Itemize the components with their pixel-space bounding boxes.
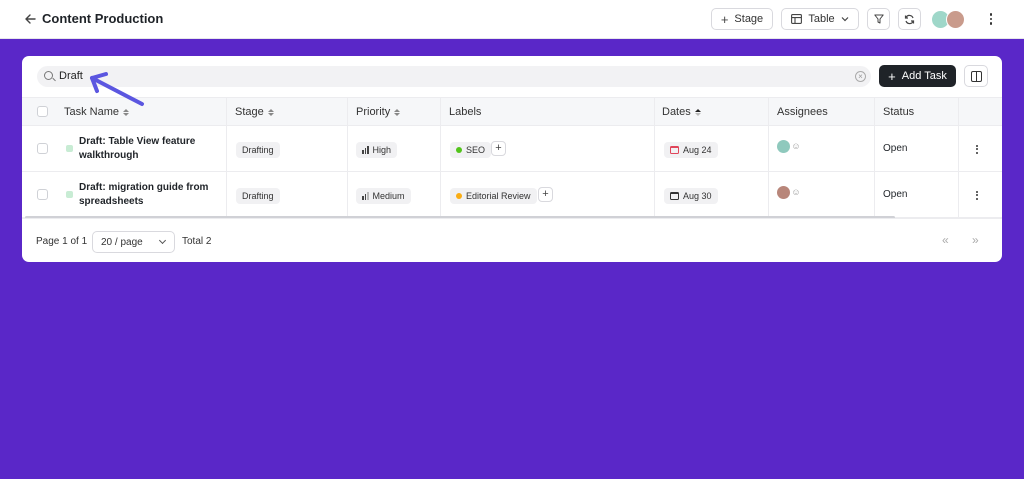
column-header-task-name[interactable]: Task Name bbox=[64, 106, 130, 118]
row-more-options-icon[interactable] bbox=[974, 143, 980, 155]
add-stage-label: Stage bbox=[734, 13, 764, 25]
date-pill[interactable]: Aug 24 bbox=[664, 142, 718, 158]
table-row[interactable]: Draft: migration guide from spreadsheets… bbox=[22, 172, 1002, 218]
total-count: Total 2 bbox=[182, 236, 212, 247]
label-dot-icon bbox=[456, 193, 462, 199]
date-label: Aug 30 bbox=[683, 191, 712, 201]
priority-pill[interactable]: High bbox=[356, 142, 398, 158]
add-assignee-icon[interactable]: ☺ bbox=[790, 186, 802, 198]
page-size-value: 20 / page bbox=[101, 237, 143, 248]
task-type-icon bbox=[66, 191, 73, 198]
filter-icon bbox=[873, 14, 884, 24]
row-checkbox[interactable] bbox=[37, 143, 48, 154]
plus-icon: + bbox=[720, 11, 729, 27]
assignee-avatar[interactable] bbox=[777, 186, 790, 199]
avatar bbox=[946, 10, 965, 29]
stage-pill[interactable]: Drafting bbox=[236, 142, 280, 158]
column-label: Assignees bbox=[777, 106, 828, 118]
next-page-button[interactable]: » bbox=[972, 233, 979, 247]
column-label: Stage bbox=[235, 106, 264, 118]
filter-button[interactable] bbox=[867, 8, 890, 30]
refresh-button[interactable] bbox=[898, 8, 921, 30]
task-name[interactable]: Draft: migration guide from spreadsheets bbox=[79, 181, 219, 209]
priority-label: Medium bbox=[372, 191, 405, 201]
column-header-priority[interactable]: Priority bbox=[356, 106, 401, 118]
add-assignee-icon[interactable]: ☺ bbox=[790, 140, 802, 152]
priority-bars-icon bbox=[362, 146, 369, 154]
clear-search-icon[interactable]: × bbox=[855, 71, 866, 82]
assignee-avatar[interactable] bbox=[777, 140, 790, 153]
date-label: Aug 24 bbox=[683, 145, 712, 155]
view-switcher-label: Table bbox=[808, 13, 835, 25]
calendar-icon bbox=[670, 146, 679, 154]
task-name[interactable]: Draft: Table View feature walkthrough bbox=[79, 135, 219, 163]
label-tag[interactable]: Editorial Review bbox=[450, 188, 537, 204]
row-checkbox[interactable] bbox=[37, 189, 48, 200]
search-value: Draft bbox=[59, 70, 83, 82]
page-indicator: Page 1 of 1 bbox=[36, 236, 88, 247]
select-all-checkbox[interactable] bbox=[37, 106, 48, 117]
date-pill[interactable]: Aug 30 bbox=[664, 188, 718, 204]
label-tag[interactable]: SEO bbox=[450, 142, 492, 158]
table-icon bbox=[791, 14, 803, 24]
priority-label: High bbox=[372, 145, 392, 155]
column-label: Status bbox=[883, 106, 915, 118]
sort-icon bbox=[123, 108, 130, 116]
add-label-button[interactable]: + bbox=[538, 187, 553, 202]
add-task-label: Add Task bbox=[901, 70, 947, 82]
label-dot-icon bbox=[456, 147, 462, 153]
column-header-stage[interactable]: Stage bbox=[235, 106, 274, 118]
column-header-labels: Labels bbox=[449, 106, 481, 118]
column-label: Priority bbox=[356, 106, 391, 118]
sort-ascending-icon bbox=[694, 108, 701, 116]
plus-icon: + bbox=[888, 68, 896, 84]
column-label: Task Name bbox=[64, 106, 120, 118]
page-size-select[interactable]: 20 / page bbox=[92, 231, 175, 253]
view-switcher-dropdown[interactable]: Table bbox=[781, 8, 859, 30]
columns-icon bbox=[971, 71, 982, 82]
task-table-card: Draft × + Add Task Task Name Stage Prior… bbox=[22, 56, 1002, 262]
label-text: Editorial Review bbox=[466, 191, 531, 201]
column-header-status: Status bbox=[883, 106, 914, 118]
label-text: SEO bbox=[466, 145, 486, 155]
add-label-button[interactable]: + bbox=[491, 141, 506, 156]
refresh-icon bbox=[904, 14, 915, 24]
add-task-button[interactable]: + Add Task bbox=[879, 65, 956, 87]
priority-pill[interactable]: Medium bbox=[356, 188, 411, 204]
stage-pill[interactable]: Drafting bbox=[236, 188, 280, 204]
column-header-dates[interactable]: Dates bbox=[662, 106, 701, 118]
row-more-options-icon[interactable] bbox=[974, 189, 980, 201]
chevron-down-icon bbox=[841, 17, 849, 22]
more-options-icon[interactable] bbox=[985, 11, 997, 27]
page-title: Content Production bbox=[42, 11, 164, 26]
status-text: Open bbox=[883, 189, 908, 200]
task-type-icon bbox=[66, 145, 73, 152]
stage-label: Drafting bbox=[242, 145, 274, 155]
status-text: Open bbox=[883, 143, 908, 154]
column-label: Dates bbox=[662, 106, 691, 118]
collaborators-avatars[interactable] bbox=[931, 10, 971, 30]
search-input[interactable]: Draft × bbox=[37, 66, 871, 87]
add-stage-button[interactable]: + Stage bbox=[711, 8, 773, 30]
columns-toggle-button[interactable] bbox=[964, 65, 988, 87]
sort-icon bbox=[267, 108, 274, 116]
back-arrow-icon[interactable] bbox=[22, 11, 38, 27]
calendar-icon bbox=[670, 192, 679, 200]
search-icon bbox=[44, 71, 53, 80]
stage-label: Drafting bbox=[242, 191, 274, 201]
column-header-assignees: Assignees bbox=[777, 106, 828, 118]
top-bar: Content Production + Stage Table bbox=[0, 0, 1024, 39]
table-row[interactable]: Draft: Table View feature walkthrough Dr… bbox=[22, 126, 1002, 172]
chevron-down-icon bbox=[158, 236, 167, 245]
column-label: Labels bbox=[449, 106, 482, 118]
table-header: Task Name Stage Priority Labels Dates As… bbox=[22, 97, 1002, 126]
previous-page-button[interactable]: « bbox=[942, 233, 949, 247]
sort-icon bbox=[394, 108, 401, 116]
priority-bars-icon bbox=[362, 192, 369, 200]
pagination-bar: Page 1 of 1 20 / page Total 2 « » bbox=[22, 218, 1002, 262]
